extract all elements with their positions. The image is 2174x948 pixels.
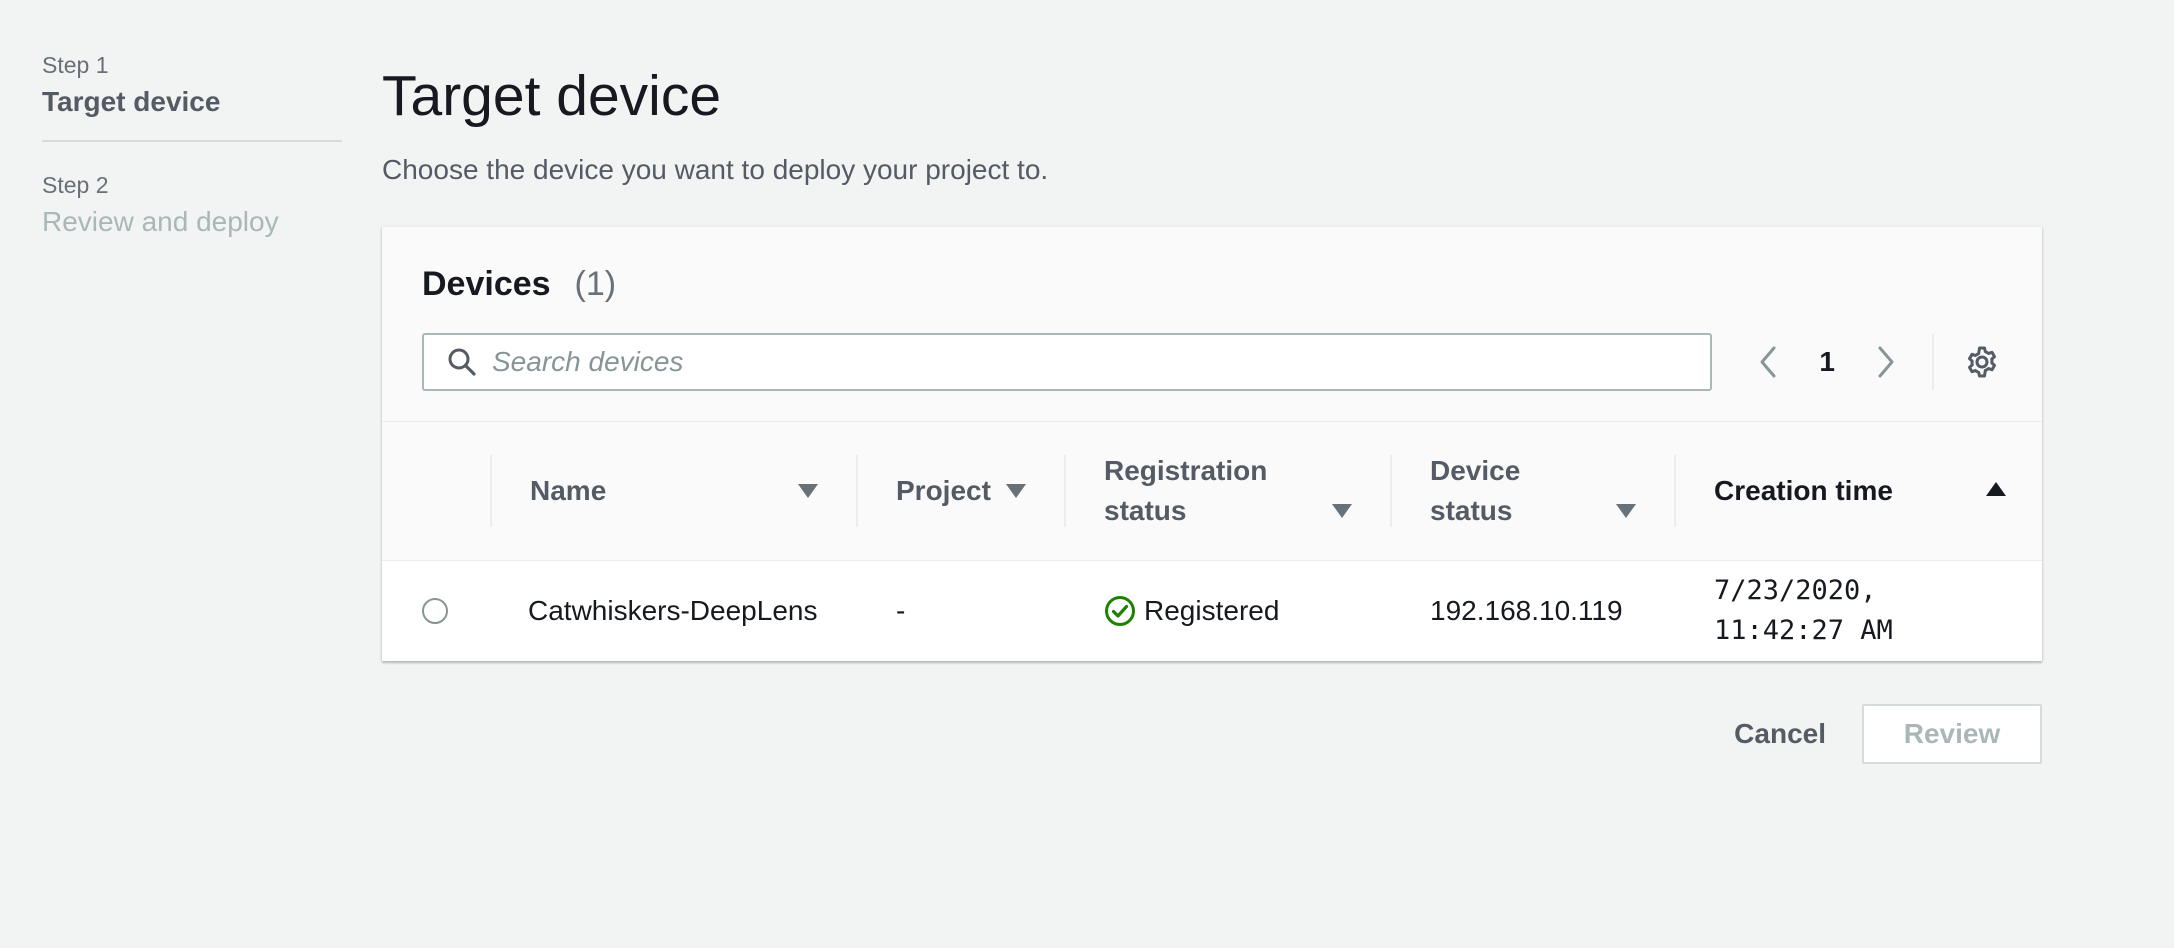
step-2-title: Review and deploy — [42, 206, 279, 237]
pagination: 1 — [1748, 342, 1906, 382]
row-radio-button[interactable] — [422, 598, 448, 624]
column-creation-time-label: Creation time — [1714, 475, 1893, 506]
cancel-button[interactable]: Cancel — [1698, 704, 1862, 764]
page-description: Choose the device you want to deploy you… — [382, 154, 1049, 185]
column-header-registration-status[interactable]: Registration status — [1064, 455, 1390, 527]
table-header-row: Name Project Registration status Device st… — [382, 422, 2042, 561]
review-button[interactable]: Review — [1862, 704, 2042, 764]
column-device-status-label-line1: Device — [1430, 455, 1521, 486]
table-row[interactable]: Catwhiskers-DeepLens - Registered 192.16… — [382, 561, 2042, 661]
column-registration-label-line1: Registration — [1104, 455, 1268, 486]
cell-device-status: 192.168.10.119 — [1430, 595, 1623, 626]
column-name-label: Name — [530, 475, 607, 506]
chevron-right-icon[interactable] — [1866, 342, 1906, 382]
row-select-cell — [382, 598, 490, 624]
step-1[interactable]: Step 1 Target device — [42, 50, 342, 140]
cell-creation-time: 7/23/2020, 11:42:27 AM — [1674, 571, 2042, 651]
search-box[interactable] — [422, 333, 1713, 391]
caret-down-icon — [1616, 504, 1636, 518]
wizard-actions: Cancel Review — [1698, 704, 2042, 764]
column-registration-label-line2: status — [1104, 495, 1187, 526]
devices-count: (1) — [574, 265, 617, 303]
devices-toolbar: 1 — [422, 333, 2002, 391]
devices-title: Devices (1) — [422, 263, 2002, 305]
check-circle-icon — [1104, 595, 1136, 627]
caret-down-icon — [1006, 484, 1026, 498]
step-divider — [42, 140, 342, 142]
caret-down-icon — [798, 484, 818, 498]
devices-header: Devices (1) 1 — [382, 227, 2042, 422]
search-input[interactable] — [490, 345, 1674, 379]
chevron-left-icon[interactable] — [1748, 342, 1788, 382]
creation-time-line2: 11:42:27 AM — [1714, 615, 1893, 646]
column-header-name[interactable]: Name — [490, 455, 856, 527]
step-2: Step 2 Review and deploy — [42, 170, 342, 260]
cell-name: Catwhiskers-DeepLens — [528, 595, 818, 626]
cell-project: - — [896, 595, 906, 626]
column-device-status-label: Device status — [1430, 451, 1520, 531]
column-header-creation-time[interactable]: Creation time — [1674, 455, 2042, 527]
step-1-title: Target device — [42, 86, 221, 117]
column-registration-label: Registration status — [1104, 451, 1267, 531]
column-project-label: Project — [896, 475, 991, 506]
caret-down-icon — [1332, 504, 1352, 518]
cell-registration-status: Registered — [1064, 595, 1390, 627]
page-header: Target device Choose the device you want… — [382, 58, 2042, 188]
column-header-project[interactable]: Project — [856, 455, 1064, 527]
caret-up-icon — [1986, 482, 2006, 496]
search-icon — [442, 342, 482, 382]
toolbar-divider — [1932, 334, 1935, 390]
page-number[interactable]: 1 — [1788, 346, 1866, 378]
wizard-steps: Step 1 Target device Step 2 Review and d… — [42, 50, 342, 260]
devices-table: Name Project Registration status Device st… — [382, 422, 2042, 661]
step-2-label: Step 2 — [42, 172, 109, 198]
column-header-device-status[interactable]: Device status — [1390, 455, 1674, 527]
devices-title-text: Devices — [422, 265, 551, 303]
page-title: Target device — [382, 64, 722, 128]
registration-status-text: Registered — [1144, 595, 1280, 626]
step-1-label: Step 1 — [42, 52, 109, 78]
devices-table-container: Devices (1) 1 — [382, 226, 2042, 661]
creation-time-text: 7/23/2020, 11:42:27 AM — [1714, 571, 1893, 651]
creation-time-line1: 7/23/2020, — [1714, 575, 1877, 606]
header-select — [382, 455, 490, 527]
gear-icon[interactable] — [1962, 342, 2002, 382]
column-device-status-label-line2: status — [1430, 495, 1513, 526]
